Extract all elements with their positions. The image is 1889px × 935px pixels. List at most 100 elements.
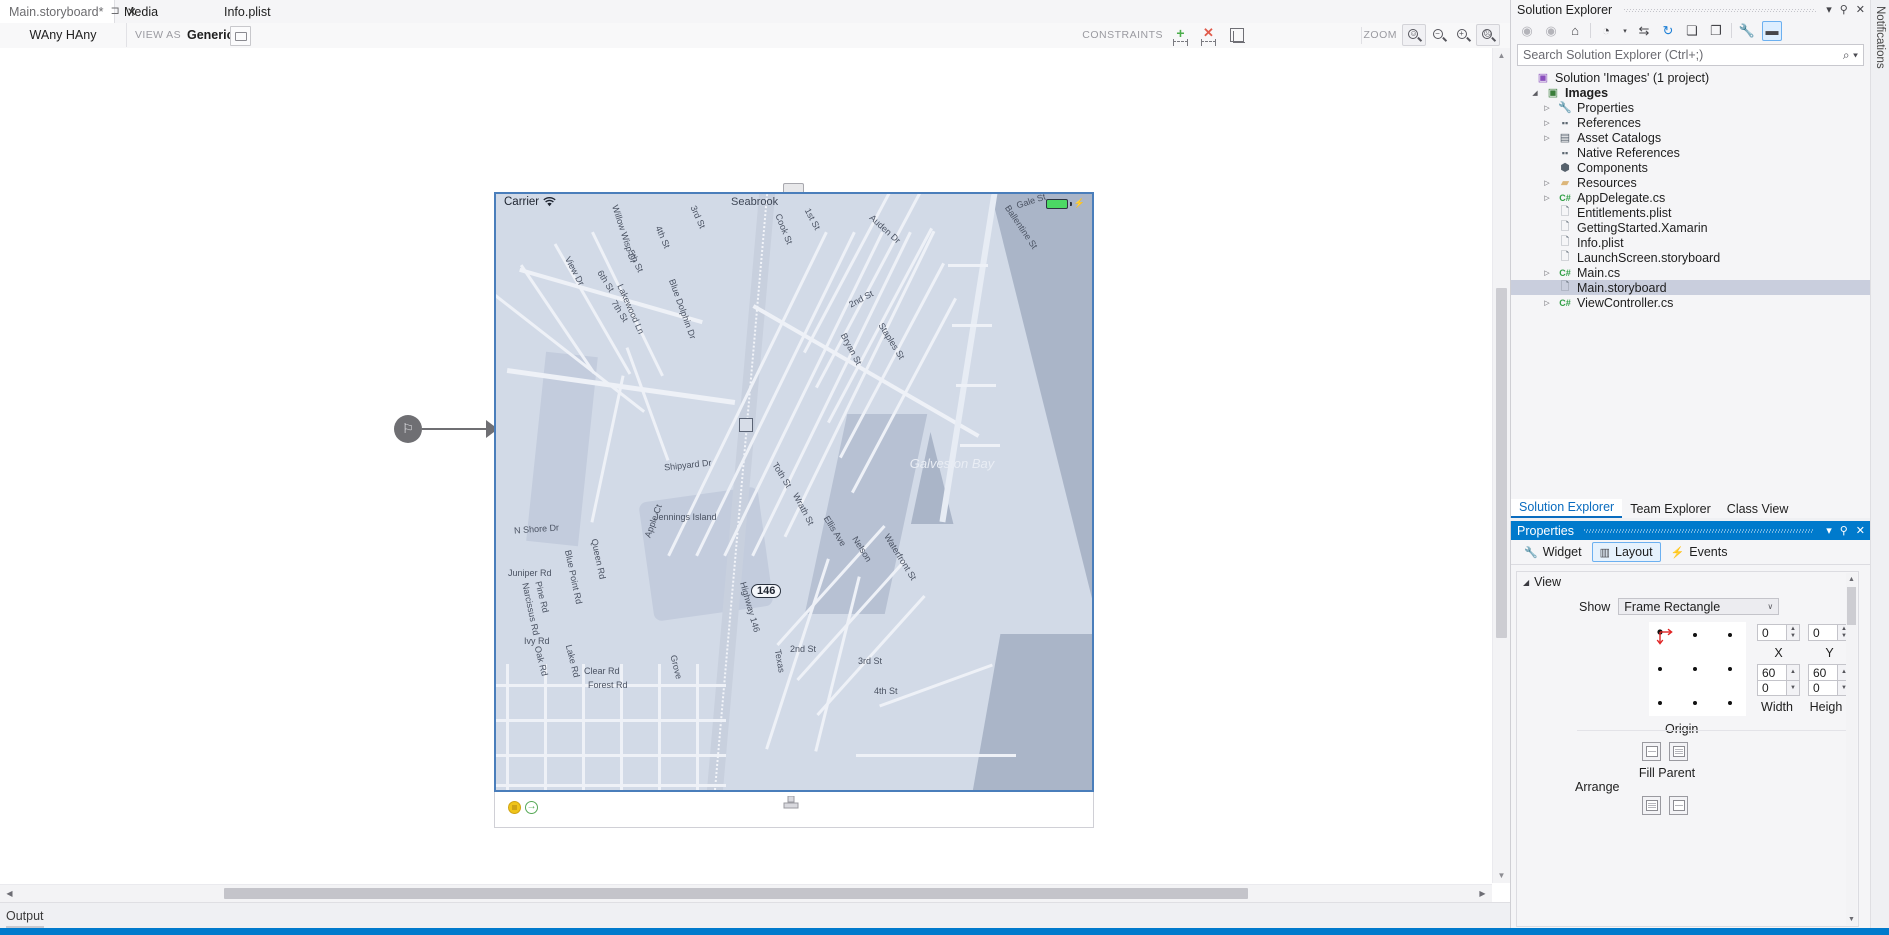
width-value-bottom[interactable]: 0 (1757, 680, 1787, 696)
twisty[interactable]: ▷ (1541, 179, 1553, 187)
output-pane-header[interactable]: Output (0, 902, 1516, 929)
storyboard-canvas[interactable]: ⚐ (0, 48, 1492, 883)
tree-item-resources[interactable]: ▷ ▰ Resources (1511, 175, 1870, 190)
center-horizontally-button[interactable] (1669, 796, 1688, 815)
y-value[interactable]: 0 (1808, 624, 1838, 641)
twisty[interactable]: ▷ (1541, 104, 1553, 112)
collapse-triangle-icon[interactable]: ◢ (1523, 578, 1529, 587)
twisty[interactable]: ▷ (1541, 194, 1553, 202)
pending-changes-icon[interactable]: ◔ (1597, 22, 1615, 40)
height-value-bottom[interactable]: 0 (1808, 680, 1838, 696)
height-value-top[interactable]: 60 (1808, 664, 1838, 680)
twisty[interactable]: ▷ (1541, 134, 1553, 142)
drag-grip[interactable] (1584, 529, 1814, 533)
show-select[interactable]: Frame Rectangle ∨ (1618, 598, 1779, 615)
entry-point-badge[interactable]: ⚐ (394, 415, 422, 443)
drag-grip[interactable] (1624, 9, 1816, 12)
collapse-all-icon[interactable]: ❐ (1707, 22, 1725, 40)
tab-widget[interactable]: 🔧 Widget (1516, 542, 1590, 562)
view-controller-scene[interactable]: ⚐ (494, 192, 1094, 828)
twisty[interactable]: ▷ (1541, 269, 1553, 277)
origin-dot[interactable] (1693, 633, 1697, 637)
bottom-resize-handle[interactable] (782, 796, 800, 812)
width-field[interactable]: 60 ▲ 0 ▼ (1757, 664, 1800, 696)
solution-tree[interactable]: ▣ Solution 'Images' (1 project) ◢ ▣ Imag… (1511, 70, 1870, 310)
tab-main-storyboard[interactable]: Main.storyboard* ⊐ ✕ (0, 0, 115, 23)
twisty[interactable]: ▷ (1541, 299, 1553, 307)
twisty[interactable]: ▷ (1541, 119, 1553, 127)
refresh-icon[interactable]: ↻ (1659, 22, 1677, 40)
scroll-left-icon[interactable]: ◀ (2, 885, 17, 902)
forward-icon[interactable]: ◉ (1542, 22, 1560, 40)
tree-item-properties[interactable]: ▷ 🔧 Properties (1511, 100, 1870, 115)
tree-item-solution[interactable]: ▣ Solution 'Images' (1 project) (1511, 70, 1870, 85)
initial-view-controller-segue[interactable]: ⚐ (394, 407, 500, 447)
close-icon[interactable]: ✕ (1856, 524, 1865, 537)
properties-icon[interactable]: 🔧 (1738, 22, 1756, 40)
tree-item-components[interactable]: ⬢ Components (1511, 160, 1870, 175)
properties-scroll-thumb[interactable] (1847, 587, 1856, 625)
fill-parent-horizontally-button[interactable] (1642, 742, 1661, 761)
chevron-down-icon[interactable]: ▾ (1826, 3, 1832, 16)
tree-item-viewcontroller-cs[interactable]: ▷ C# ViewController.cs (1511, 295, 1870, 310)
search-icon[interactable]: ⌕ ▾ (1843, 48, 1858, 63)
show-all-files-icon[interactable]: ❏ (1683, 22, 1701, 40)
properties-scrollbar[interactable]: ▲ ▼ (1846, 573, 1857, 925)
section-view[interactable]: ◢ View (1517, 572, 1858, 592)
x-stepper[interactable]: ▲▼ (1787, 624, 1800, 641)
search-solution-explorer-input[interactable]: Search Solution Explorer (Ctrl+;) ⌕ ▾ (1517, 44, 1864, 66)
zoom-actual-size-button[interactable]: ☹ (1476, 24, 1500, 46)
tree-item-native-references[interactable]: ▪▪ Native References (1511, 145, 1870, 160)
zoom-out-button[interactable]: − (1428, 25, 1450, 45)
chevron-down-icon[interactable]: ▾ (1826, 524, 1832, 537)
frame-constraint-button[interactable] (1226, 25, 1247, 45)
origin-dot[interactable] (1693, 667, 1697, 671)
tab-info-plist[interactable]: Info.plist (215, 0, 280, 23)
y-field[interactable]: 0 ▲▼ (1808, 624, 1851, 641)
scroll-up-icon[interactable]: ▲ (1846, 573, 1857, 585)
tab-layout[interactable]: ▥ Layout (1592, 542, 1661, 562)
tab-media[interactable]: Media (115, 0, 167, 23)
remove-constraint-button[interactable]: ✕ (1198, 25, 1219, 45)
height-field[interactable]: 60 ▲ 0 ▼ (1808, 664, 1851, 696)
tab-solution-explorer[interactable]: Solution Explorer (1511, 499, 1622, 518)
horizontal-scroll-thumb[interactable] (224, 888, 1248, 899)
origin-dot[interactable] (1658, 701, 1662, 705)
size-class-button[interactable]: WAny HAny (0, 23, 127, 47)
tree-item-launchscreen-storyboard[interactable]: 🗋 LaunchScreen.storyboard (1511, 250, 1870, 265)
pin-icon[interactable]: ⚲ (1840, 3, 1848, 16)
tab-events[interactable]: ⚡ Events (1663, 542, 1736, 562)
close-icon[interactable]: ✕ (1856, 3, 1865, 16)
tree-item-images-project[interactable]: ◢ ▣ Images (1511, 85, 1870, 100)
scene-dock[interactable]: → (494, 792, 1094, 828)
scroll-right-icon[interactable]: ▶ (1475, 885, 1490, 902)
tab-class-view[interactable]: Class View (1719, 501, 1797, 518)
tree-item-references[interactable]: ▷ ▪▪ References (1511, 115, 1870, 130)
exit-icon[interactable]: → (525, 801, 538, 814)
fill-parent-vertically-button[interactable] (1669, 742, 1688, 761)
chevron-down-icon[interactable]: ▾ (1621, 22, 1629, 40)
width-stepper-up[interactable]: ▲ (1787, 664, 1800, 680)
scroll-down-icon[interactable]: ▼ (1493, 868, 1510, 883)
origin-dot[interactable] (1693, 701, 1697, 705)
preview-selected-items-icon[interactable]: ▬ (1762, 21, 1782, 41)
pin-icon[interactable]: ⚲ (1840, 524, 1848, 537)
zoom-in-button[interactable]: + (1452, 25, 1474, 45)
sync-with-active-document-icon[interactable]: ⇆ (1635, 22, 1653, 40)
tree-item-main-storyboard[interactable]: 🗋 Main.storyboard (1511, 280, 1870, 295)
device-frame[interactable]: Seabrook Willow Wisp Dr View Dr Lakewood… (494, 192, 1094, 792)
zoom-to-fit-button[interactable]: ☺ (1402, 24, 1426, 46)
twisty[interactable]: ◢ (1529, 89, 1541, 97)
vertical-scroll-thumb[interactable] (1496, 288, 1507, 638)
home-icon[interactable]: ⌂ (1566, 22, 1584, 40)
notifications-tab[interactable]: Notifications (1870, 0, 1889, 935)
add-constraint-button[interactable]: + (1170, 25, 1191, 45)
view-controller-icon[interactable] (508, 801, 521, 814)
scroll-down-icon[interactable]: ▼ (1846, 913, 1857, 925)
map-view[interactable]: Seabrook Willow Wisp Dr View Dr Lakewood… (496, 194, 1092, 790)
origin-dot[interactable] (1728, 633, 1732, 637)
tab-team-explorer[interactable]: Team Explorer (1622, 501, 1719, 518)
view-as-control[interactable]: VIEW AS Generic ▼ (127, 23, 246, 47)
origin-dot[interactable] (1658, 667, 1662, 671)
tree-item-asset-catalogs[interactable]: ▷ ▤ Asset Catalogs (1511, 130, 1870, 145)
